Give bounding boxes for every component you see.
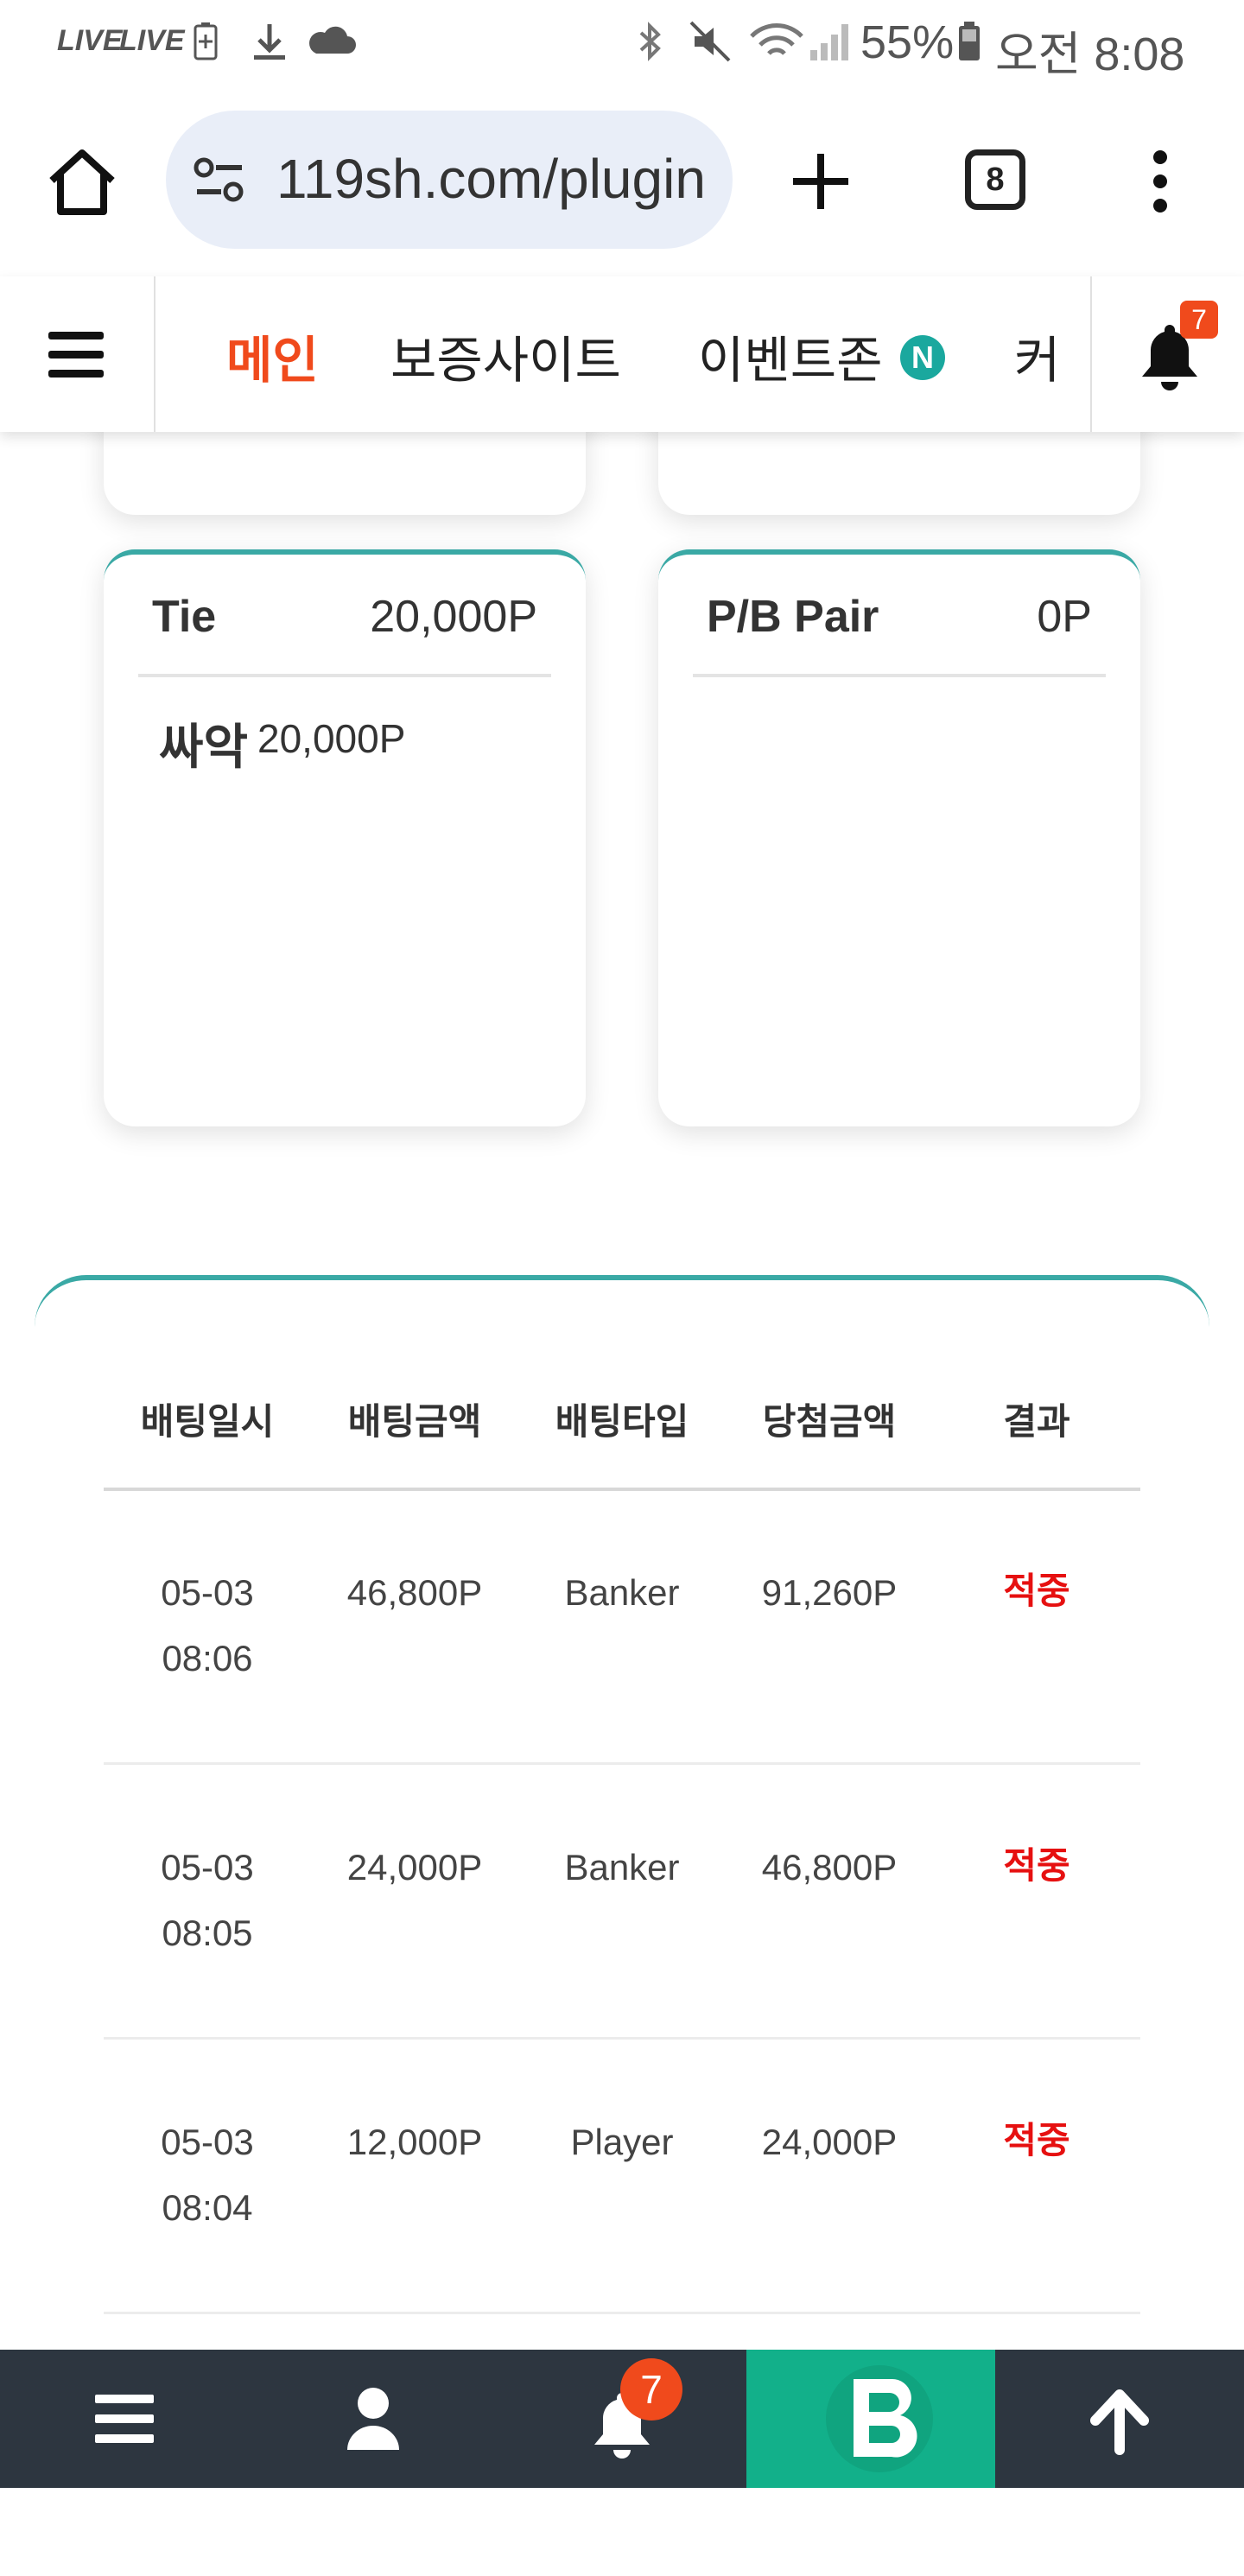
notification-button[interactable]: 7 — [1090, 276, 1244, 432]
card-amount: 0P — [1037, 592, 1092, 642]
battery-icon — [959, 22, 980, 60]
nav-item-guarantee-sites[interactable]: 보증사이트 — [390, 320, 621, 392]
bettor-name: 싸악 — [159, 720, 249, 774]
betting-card-tie: Tie 20,000P 싸악 20,000P — [104, 549, 586, 1126]
live-indicator-1: LIVE — [57, 24, 123, 57]
bottom-profile-button[interactable] — [249, 2350, 498, 2488]
clock: 오전 8:08 — [995, 29, 1185, 80]
mute-icon — [689, 21, 731, 62]
address-bar[interactable]: 119sh.com/plugin — [166, 111, 733, 249]
scroll-to-top-button[interactable] — [995, 2350, 1244, 2488]
hamburger-icon — [95, 2395, 154, 2443]
row-date: 05-03 — [161, 1847, 254, 1888]
site-settings-icon[interactable] — [192, 155, 247, 204]
download-icon — [254, 24, 285, 60]
row-win-amount: 91,260P — [761, 1572, 898, 1613]
row-bet-type: Banker — [564, 1572, 680, 1613]
card-divider — [138, 674, 551, 677]
row-bet-amount: 46,800P — [346, 1572, 483, 1613]
live-indicator-2: LIVE — [119, 24, 185, 57]
header-win-amount: 당첨금액 — [762, 1401, 897, 1442]
row-bet-type: Player — [570, 2122, 674, 2162]
notification-badge: 7 — [620, 2358, 682, 2421]
brand-logo-icon — [826, 2365, 933, 2472]
card-title: Tie — [152, 592, 217, 642]
bottom-notification-button[interactable]: 7 — [498, 2350, 746, 2488]
card-divider — [693, 674, 1106, 677]
row-bet-type: Banker — [564, 1847, 680, 1888]
menu-button[interactable] — [0, 276, 156, 432]
bettor-amount: 20,000P — [257, 716, 406, 761]
row-bet-amount: 24,000P — [346, 1847, 483, 1888]
row-date: 05-03 — [161, 2122, 254, 2162]
bottom-menu-button[interactable] — [0, 2350, 249, 2488]
bottom-brand-button[interactable] — [746, 2350, 995, 2488]
card-title: P/B Pair — [707, 592, 879, 642]
site-navigation: 메인 보증사이트 이벤트존 N 커 7 — [0, 276, 1244, 432]
row-time: 08:05 — [162, 1913, 253, 1953]
arrow-up-icon — [1090, 2389, 1149, 2455]
user-icon — [347, 2388, 399, 2450]
row-divider — [104, 1762, 1140, 1765]
nav-item-event-zone[interactable]: 이벤트존 — [698, 320, 882, 392]
home-icon[interactable] — [43, 143, 121, 220]
row-result: 적중 — [1003, 1845, 1070, 1886]
nav-item-main[interactable]: 메인 — [226, 320, 319, 392]
tab-switcher-button[interactable]: 8 — [965, 149, 1025, 210]
signal-icon — [810, 24, 848, 60]
battery-percent: 55% — [860, 16, 955, 68]
notification-badge: 7 — [1180, 301, 1218, 339]
header-result: 결과 — [1003, 1401, 1070, 1442]
header-bet-time: 배팅일시 — [140, 1401, 275, 1442]
header-bet-amount: 배팅금액 — [347, 1401, 482, 1442]
new-badge: N — [900, 335, 945, 380]
new-tab-icon[interactable] — [786, 147, 855, 216]
row-time: 08:06 — [162, 1638, 253, 1678]
status-bar: LIVE LIVE 55% 오전 8:08 — [0, 0, 1244, 86]
row-result: 적중 — [1003, 2120, 1070, 2160]
row-result: 적중 — [1003, 1570, 1070, 1611]
url-text[interactable]: 119sh.com/plugin — [276, 147, 706, 211]
row-date: 05-03 — [161, 1572, 254, 1613]
card-amount: 20,000P — [370, 592, 537, 642]
cloud-icon — [309, 26, 356, 54]
header-bet-type: 배팅타입 — [555, 1401, 689, 1442]
row-time: 08:04 — [162, 2187, 253, 2228]
row-divider — [104, 2312, 1140, 2314]
nav-item-community[interactable]: 커 — [1014, 320, 1060, 392]
row-divider — [104, 2037, 1140, 2040]
header-divider — [104, 1488, 1140, 1491]
row-bet-amount: 12,000P — [346, 2122, 483, 2162]
betting-card-pb-pair: P/B Pair 0P — [658, 549, 1140, 1126]
more-options-icon[interactable] — [1147, 147, 1173, 216]
row-win-amount: 46,800P — [761, 1847, 898, 1888]
wifi-icon — [750, 23, 803, 55]
row-win-amount: 24,000P — [761, 2122, 898, 2162]
bottom-navigation: 7 — [0, 2350, 1244, 2488]
bluetooth-icon — [639, 22, 661, 61]
battery-charging-icon — [194, 22, 218, 60]
